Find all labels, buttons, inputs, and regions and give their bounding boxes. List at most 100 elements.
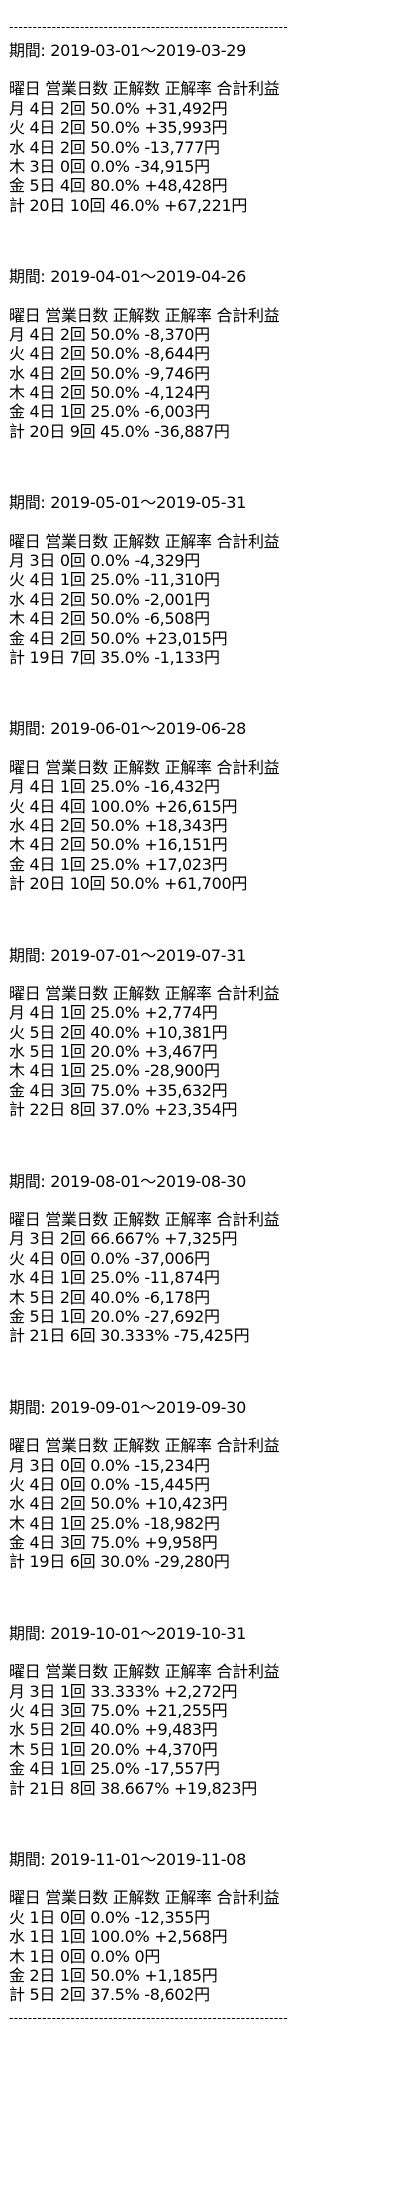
weekday-row: 木 4日 2回 50.0% -4,124円 — [9, 383, 210, 403]
weekday-row: 水 4日 2回 50.0% -13,777円 — [9, 137, 220, 157]
total-row: 計 21日 6回 30.333% -75,425円 — [9, 1326, 250, 1346]
period-block: 期間: 2019-03-01〜2019-03-29 曜日 営業日数 正解数 正解率… — [9, 41, 394, 215]
weekday-row: 木 4日 1回 25.0% -18,982円 — [9, 1513, 220, 1533]
period-range: 2019-05-01〜2019-05-31 — [50, 493, 246, 513]
period-range: 2019-06-01〜2019-06-28 — [50, 719, 246, 739]
weekday-row: 火 4日 0回 0.0% -37,006円 — [9, 1248, 210, 1268]
weekday-row: 木 4日 1回 25.0% -28,900円 — [9, 1061, 220, 1081]
column-header: 曜日 営業日数 正解数 正解率 合計利益 — [9, 757, 280, 777]
weekday-row: 火 4日 2回 50.0% -8,644円 — [9, 344, 210, 364]
weekday-row: 金 4日 3回 75.0% +35,632円 — [9, 1080, 228, 1100]
period-line: 期間: 2019-03-01〜2019-03-29 — [9, 41, 394, 60]
weekday-row: 金 5日 1回 20.0% -27,692円 — [9, 1306, 220, 1326]
period-line: 期間: 2019-09-01〜2019-09-30 — [9, 1398, 394, 1417]
weekday-row: 金 4日 3回 75.0% +9,958円 — [9, 1533, 218, 1553]
total-row: 計 20日 10回 46.0% +67,221円 — [9, 195, 248, 215]
weekday-row: 月 3日 1回 33.333% +2,272円 — [9, 1681, 238, 1701]
period-line: 期間: 2019-05-01〜2019-05-31 — [9, 493, 394, 512]
period-label: 期間: — [9, 1850, 46, 1869]
period-range: 2019-07-01〜2019-07-31 — [50, 945, 246, 965]
weekday-row: 水 4日 1回 25.0% -11,874円 — [9, 1268, 220, 1288]
column-header: 曜日 営業日数 正解数 正解率 合計利益 — [9, 305, 280, 325]
weekday-row: 火 4日 1回 25.0% -11,310円 — [9, 570, 220, 590]
total-row: 計 5日 2回 37.5% -8,602円 — [9, 1985, 210, 2005]
total-row: 計 21日 8回 38.667% +19,823円 — [9, 1778, 257, 1798]
period-line: 期間: 2019-07-01〜2019-07-31 — [9, 946, 394, 965]
weekday-row: 木 5日 2回 40.0% -6,178円 — [9, 1287, 210, 1307]
weekday-row: 月 3日 0回 0.0% -4,329円 — [9, 551, 200, 571]
total-row: 計 19日 6回 30.0% -29,280円 — [9, 1552, 230, 1572]
weekday-row: 金 2日 1回 50.0% +1,185円 — [9, 1965, 218, 1985]
weekday-row: 木 5日 1回 20.0% +4,370円 — [9, 1739, 218, 1759]
column-header: 曜日 営業日数 正解数 正解率 合計利益 — [9, 1888, 280, 1908]
period-label: 期間: — [9, 945, 46, 965]
period-block: 期間: 2019-05-01〜2019-05-31 曜日 営業日数 正解数 正解率… — [9, 493, 394, 667]
period-block: 期間: 2019-06-01〜2019-06-28 曜日 営業日数 正解数 正解率… — [9, 719, 394, 893]
period-range: 2019-08-01〜2019-08-30 — [50, 1171, 246, 1191]
period-label: 期間: — [9, 267, 46, 287]
period-block: 期間: 2019-07-01〜2019-07-31 曜日 営業日数 正解数 正解率… — [9, 946, 394, 1120]
total-row: 計 20日 9回 45.0% -36,887円 — [9, 421, 230, 441]
weekday-row: 月 4日 1回 25.0% +2,774円 — [9, 1003, 218, 1023]
total-row: 計 19日 7回 35.0% -1,133円 — [9, 647, 220, 667]
weekday-row: 月 3日 0回 0.0% -15,234円 — [9, 1455, 210, 1475]
period-range: 2019-03-01〜2019-03-29 — [50, 41, 246, 60]
column-header: 曜日 営業日数 正解数 正解率 合計利益 — [9, 1210, 280, 1230]
weekday-row: 水 5日 1回 20.0% +3,467円 — [9, 1042, 218, 1062]
period-label: 期間: — [9, 1171, 46, 1191]
period-line: 期間: 2019-08-01〜2019-08-30 — [9, 1172, 394, 1191]
weekday-row: 木 3日 0回 0.0% -34,915円 — [9, 156, 210, 176]
total-row: 計 22日 8回 37.0% +23,354円 — [9, 1100, 238, 1120]
weekday-row: 金 5日 4回 80.0% +48,428円 — [9, 176, 228, 196]
column-header: 曜日 営業日数 正解数 正解率 合計利益 — [9, 79, 280, 99]
weekday-row: 水 1日 1回 100.0% +2,568円 — [9, 1927, 228, 1947]
period-block: 期間: 2019-08-01〜2019-08-30 曜日 営業日数 正解数 正解率… — [9, 1172, 394, 1346]
weekday-row: 木 4日 2回 50.0% +16,151円 — [9, 835, 228, 855]
period-range: 2019-04-01〜2019-04-26 — [50, 267, 246, 287]
weekday-row: 木 4日 2回 50.0% -6,508円 — [9, 609, 210, 629]
period-line: 期間: 2019-10-01〜2019-10-31 — [9, 1624, 394, 1643]
period-block: 期間: 2019-04-01〜2019-04-26 曜日 営業日数 正解数 正解率… — [9, 267, 394, 441]
weekday-row: 月 4日 1回 25.0% -16,432円 — [9, 777, 220, 797]
weekday-row: 火 1日 0回 0.0% -12,355円 — [9, 1907, 210, 1927]
total-row: 計 20日 10回 50.0% +61,700円 — [9, 874, 248, 894]
period-label: 期間: — [9, 1397, 46, 1417]
weekday-row: 月 3日 2回 66.667% +7,325円 — [9, 1229, 238, 1249]
period-block: 期間: 2019-09-01〜2019-09-30 曜日 営業日数 正解数 正解率… — [9, 1398, 394, 1572]
period-label: 期間: — [9, 719, 46, 739]
weekday-row: 水 4日 2回 50.0% -9,746円 — [9, 363, 210, 383]
top-divider: ----------------------------------------… — [9, 20, 289, 34]
weekday-row: 火 4日 3回 75.0% +21,255円 — [9, 1701, 228, 1721]
bottom-divider: ----------------------------------------… — [9, 2010, 289, 2025]
weekday-row: 金 4日 1回 25.0% -17,557円 — [9, 1759, 220, 1779]
period-label: 期間: — [9, 493, 46, 513]
weekday-row: 水 5日 2回 40.0% +9,483円 — [9, 1720, 218, 1740]
weekday-row: 金 4日 1回 25.0% -6,003円 — [9, 402, 210, 422]
period-line: 期間: 2019-04-01〜2019-04-26 — [9, 267, 394, 286]
column-header: 曜日 営業日数 正解数 正解率 合計利益 — [9, 531, 280, 551]
period-label: 期間: — [9, 41, 46, 60]
period-range: 2019-10-01〜2019-10-31 — [50, 1623, 246, 1643]
weekday-row: 木 1日 0回 0.0% 0円 — [9, 1946, 161, 1966]
period-label: 期間: — [9, 1623, 46, 1643]
weekday-row: 水 4日 2回 50.0% +10,423円 — [9, 1494, 228, 1514]
report-document: ----------------------------------------… — [9, 18, 394, 2027]
weekday-row: 火 5日 2回 40.0% +10,381円 — [9, 1022, 228, 1042]
weekday-row: 水 4日 2回 50.0% -2,001円 — [9, 589, 210, 609]
period-range: 2019-09-01〜2019-09-30 — [50, 1397, 246, 1417]
period-line: 期間: 2019-06-01〜2019-06-28 — [9, 719, 394, 738]
period-blocks: 期間: 2019-03-01〜2019-03-29 曜日 営業日数 正解数 正解率… — [9, 41, 394, 2005]
period-block: 期間: 2019-11-01〜2019-11-08 曜日 営業日数 正解数 正解率… — [9, 1850, 394, 2005]
weekday-row: 火 4日 4回 100.0% +26,615円 — [9, 796, 238, 816]
weekday-row: 金 4日 1回 25.0% +17,023円 — [9, 854, 228, 874]
weekday-row: 水 4日 2回 50.0% +18,343円 — [9, 815, 228, 835]
weekday-row: 火 4日 0回 0.0% -15,445円 — [9, 1474, 210, 1494]
weekday-row: 金 4日 2回 50.0% +23,015円 — [9, 628, 228, 648]
weekday-row: 月 4日 2回 50.0% +31,492円 — [9, 98, 228, 118]
period-block: 期間: 2019-10-01〜2019-10-31 曜日 営業日数 正解数 正解率… — [9, 1624, 394, 1798]
weekday-row: 火 4日 2回 50.0% +35,993円 — [9, 118, 228, 138]
period-range: 2019-11-01〜2019-11-08 — [50, 1850, 246, 1869]
column-header: 曜日 営業日数 正解数 正解率 合計利益 — [9, 1436, 280, 1456]
period-line: 期間: 2019-11-01〜2019-11-08 — [9, 1850, 394, 1869]
weekday-row: 月 4日 2回 50.0% -8,370円 — [9, 324, 210, 344]
